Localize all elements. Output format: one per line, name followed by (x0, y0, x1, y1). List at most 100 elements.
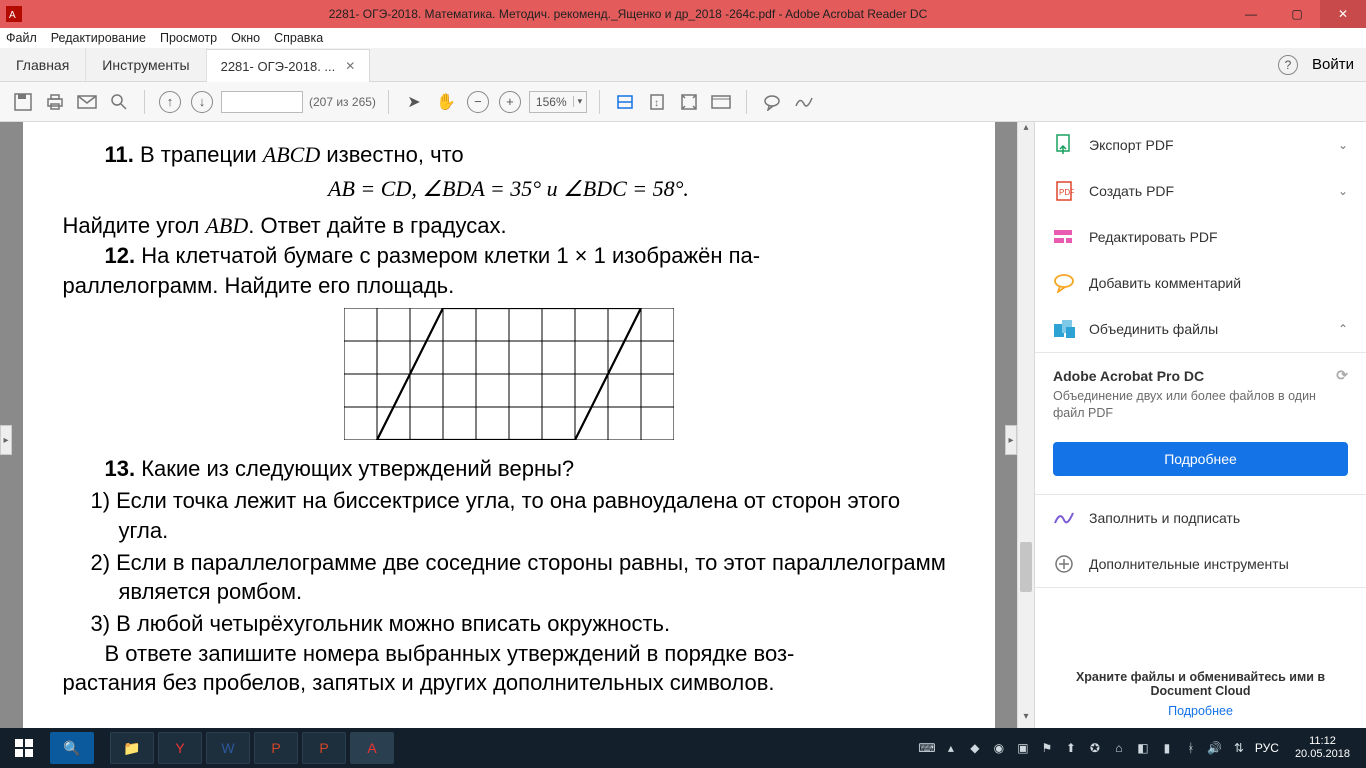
panel-toggle-left[interactable]: ▸ (0, 425, 12, 455)
tray-app-icon[interactable]: ✪ (1087, 740, 1103, 756)
scroll-thumb[interactable] (1020, 542, 1032, 592)
vertical-scrollbar[interactable]: ▴ ▾ (1017, 122, 1034, 728)
tray-app-icon[interactable]: ⚑ (1039, 740, 1055, 756)
signin-link[interactable]: Войти (1312, 56, 1354, 73)
taskbar-acrobat[interactable]: A (350, 732, 394, 764)
zoom-out-icon[interactable]: − (465, 89, 491, 115)
fullscreen-icon[interactable] (676, 89, 702, 115)
tool-label: Экспорт PDF (1089, 137, 1324, 153)
tray-app-icon[interactable]: ▣ (1015, 740, 1031, 756)
svg-text:↕: ↕ (654, 98, 659, 109)
combine-icon (1053, 318, 1075, 340)
answer-instr-1: В ответе запишите номера выбранных утвер… (63, 639, 955, 669)
tool-label: Редактировать PDF (1089, 229, 1348, 245)
tray-battery-icon[interactable]: ▮ (1159, 740, 1175, 756)
page-up-icon[interactable]: ↑ (157, 89, 183, 115)
tool-fill-sign[interactable]: Заполнить и подписать (1035, 495, 1366, 541)
minimize-button[interactable]: — (1228, 0, 1274, 28)
tab-home[interactable]: Главная (0, 48, 86, 81)
hand-icon[interactable]: ✋ (433, 89, 459, 115)
tray-app-icon[interactable]: ◧ (1135, 740, 1151, 756)
sign-icon[interactable] (791, 89, 817, 115)
tray-bluetooth-icon[interactable]: ᚼ (1183, 740, 1199, 756)
tool-combine-files[interactable]: Объединить файлы ⌃ (1035, 306, 1366, 352)
menu-help[interactable]: Справка (274, 31, 323, 45)
read-mode-icon[interactable] (708, 89, 734, 115)
pro-description: Объединение двух или более файлов в один… (1035, 388, 1366, 436)
tab-document-label: 2281- ОГЭ-2018. ... (221, 59, 336, 74)
tool-edit-pdf[interactable]: Редактировать PDF (1035, 214, 1366, 260)
app-icon: A (0, 6, 28, 22)
save-icon[interactable] (10, 89, 36, 115)
print-icon[interactable] (42, 89, 68, 115)
panel-toggle-right[interactable]: ▸ (1005, 425, 1017, 455)
pointer-icon[interactable]: ➤ (401, 89, 427, 115)
tray-language[interactable]: РУС (1255, 741, 1279, 755)
taskbar-powerpoint-b[interactable]: P (302, 732, 346, 764)
search-icon[interactable] (106, 89, 132, 115)
menu-file[interactable]: Файл (6, 31, 37, 45)
create-icon: PDF (1053, 180, 1075, 202)
answer-instr-2: растания без пробелов, запятых и других … (63, 668, 955, 698)
help-icon[interactable]: ? (1278, 55, 1298, 75)
mail-icon[interactable] (74, 89, 100, 115)
tab-close-icon[interactable]: ✕ (345, 59, 355, 73)
taskbar: 🔍 📁 Y W P P A ⌨ ▴ ◆ ◉ ▣ ⚑ ⬆ ✪ ⌂ ◧ ▮ ᚼ 🔊 … (0, 728, 1366, 768)
pdf-page: 11. В трапеции ABCD известно, что AB = C… (23, 122, 995, 728)
taskbar-search[interactable]: 🔍 (50, 732, 94, 764)
taskbar-yandex[interactable]: Y (158, 732, 202, 764)
start-button[interactable] (0, 728, 48, 768)
details-button[interactable]: Подробнее (1053, 442, 1348, 476)
tray-app-icon[interactable]: ⌂ (1111, 740, 1127, 756)
window-title: 2281- ОГЭ-2018. Математика. Методич. рек… (28, 7, 1228, 21)
tool-export-pdf[interactable]: Экспорт PDF ⌄ (1035, 122, 1366, 168)
tray-network-icon[interactable]: ⇅ (1231, 740, 1247, 756)
tray-app-icon[interactable]: ◆ (967, 740, 983, 756)
cloud-sync-icon: ⟳ (1336, 367, 1348, 384)
taskbar-powerpoint-a[interactable]: P (254, 732, 298, 764)
tray-keyboard-icon[interactable]: ⌨ (919, 740, 935, 756)
page-input[interactable] (221, 91, 303, 113)
zoom-in-icon[interactable]: + (497, 89, 523, 115)
tray-app-icon[interactable]: ◉ (991, 740, 1007, 756)
tool-label: Дополнительные инструменты (1089, 556, 1348, 572)
menu-view[interactable]: Просмотр (160, 31, 217, 45)
page-down-icon[interactable]: ↓ (189, 89, 215, 115)
tool-label: Объединить файлы (1089, 321, 1324, 337)
statement-1: 1) Если точка лежит на биссектрисе угла,… (63, 486, 955, 545)
statement-2: 2) Если в параллелограмме две соседние с… (63, 548, 955, 607)
clock-time: 11:12 (1295, 735, 1350, 748)
document-viewport[interactable]: ▸ 11. В трапеции ABCD известно, что AB =… (0, 122, 1017, 728)
scroll-up-icon[interactable]: ▴ (1018, 122, 1034, 139)
cloud-link[interactable]: Подробнее (1055, 704, 1346, 718)
tab-document[interactable]: 2281- ОГЭ-2018. ... ✕ (207, 49, 371, 82)
close-button[interactable]: ✕ (1320, 0, 1366, 28)
pro-title: Adobe Acrobat Pro DC ⟳ (1035, 353, 1366, 388)
zoom-select[interactable]: 156%▾ (529, 91, 587, 113)
tray-up-icon[interactable]: ▴ (943, 740, 959, 756)
tool-more-tools[interactable]: Дополнительные инструменты (1035, 541, 1366, 587)
scroll-down-icon[interactable]: ▾ (1018, 711, 1034, 728)
taskbar-word[interactable]: W (206, 732, 250, 764)
plus-icon (1053, 553, 1075, 575)
problem-13: 13. Какие из следующих утверждений верны… (63, 454, 955, 484)
tab-bar: Главная Инструменты 2281- ОГЭ-2018. ... … (0, 48, 1366, 82)
comment-icon[interactable] (759, 89, 785, 115)
maximize-button[interactable]: ▢ (1274, 0, 1320, 28)
page-count: (207 из 265) (309, 95, 376, 109)
fit-page-icon[interactable]: ↕ (644, 89, 670, 115)
tool-add-comment[interactable]: Добавить комментарий (1035, 260, 1366, 306)
tab-tools[interactable]: Инструменты (86, 48, 206, 81)
tray-app-icon[interactable]: ⬆ (1063, 740, 1079, 756)
window-titlebar: A 2281- ОГЭ-2018. Математика. Методич. р… (0, 0, 1366, 28)
menu-edit[interactable]: Редактирование (51, 31, 146, 45)
edit-icon (1053, 226, 1075, 248)
menu-window[interactable]: Окно (231, 31, 260, 45)
comment-icon (1053, 272, 1075, 294)
tray-clock[interactable]: 11:12 20.05.2018 (1287, 735, 1358, 760)
tool-create-pdf[interactable]: PDF Создать PDF ⌄ (1035, 168, 1366, 214)
taskbar-explorer[interactable]: 📁 (110, 732, 154, 764)
zoom-value: 156% (530, 95, 573, 109)
fit-width-icon[interactable] (612, 89, 638, 115)
tray-volume-icon[interactable]: 🔊 (1207, 740, 1223, 756)
